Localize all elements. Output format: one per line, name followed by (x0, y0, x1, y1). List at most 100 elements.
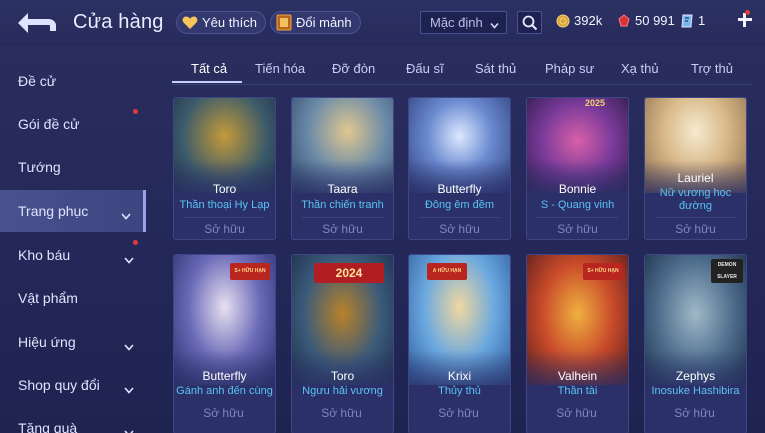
exchange-label: Đổi mảnh (296, 15, 352, 30)
hero-name: Butterfly (437, 182, 482, 196)
tab-active-indicator (172, 81, 242, 83)
year-tag: 2025 (585, 98, 606, 108)
sidebar-item-items[interactable]: Vật phẩm (0, 277, 146, 319)
sidebar-item-exchange-shop[interactable]: Shop quy đổi (0, 364, 146, 406)
chevron-down-icon (124, 338, 134, 351)
notification-dot (133, 240, 138, 245)
owned-label: Sở hữu (203, 406, 244, 420)
sidebar-item-gifting[interactable]: Tặng quà (0, 407, 146, 433)
chevron-down-icon (124, 251, 134, 264)
limited-badge: S+ HỮU HẠN (583, 263, 623, 280)
voucher-currency: 1 (680, 13, 705, 28)
skin-name: Đông êm đềm (424, 199, 495, 211)
owned-label: Sở hữu (322, 222, 363, 236)
sidebar-item-effects[interactable]: Hiệu ứng (0, 321, 146, 363)
chevron-down-icon (121, 207, 131, 220)
owned-label: Sở hữu (556, 406, 597, 420)
hero-name: Lauriel (677, 171, 714, 185)
hero-name: Krixi (447, 369, 472, 383)
tab-divider (172, 84, 752, 85)
search-icon (522, 15, 538, 36)
chevron-down-icon (124, 381, 134, 394)
sidebar-item-skins[interactable]: Trang phục (0, 190, 146, 232)
notification-dot (745, 10, 750, 15)
tab-support[interactable]: Trợ thủ (691, 61, 733, 76)
tab-marksman[interactable]: Xạ thủ (621, 61, 659, 76)
sidebar-item-label: Gói đề cử (18, 116, 80, 132)
tab-assassin[interactable]: Sát thủ (475, 61, 516, 76)
sort-value: Mặc định (430, 15, 483, 30)
sidebar-item-label: Vật phẩm (18, 290, 78, 306)
hero-name: Taara (327, 182, 358, 196)
sidebar-item-label: Trang phục (18, 203, 89, 219)
tab-evolution[interactable]: Tiến hóa (255, 61, 305, 76)
skin-name: Ngưu hải vương (302, 385, 383, 397)
gold-coin-icon (556, 14, 570, 28)
search-button[interactable] (517, 11, 542, 34)
category-tabs: Tất cả Tiến hóa Đỡ đòn Đấu sĩ Sát thủ Ph… (172, 55, 752, 85)
top-bar: Cửa hàng Yêu thích Đổi mảnh Mặc định 392… (0, 0, 765, 46)
card-shard-icon (275, 14, 293, 32)
owned-label: Sở hữu (439, 222, 480, 236)
owned-label: Sở hữu (321, 406, 362, 420)
hero-name: Butterfly (202, 369, 247, 383)
skin-name: Inosuke Hashibira (651, 385, 740, 397)
voucher-amount: 1 (698, 13, 706, 28)
heart-icon (181, 14, 199, 32)
skin-name: Thần tài (557, 385, 598, 397)
page-title: Cửa hàng (73, 11, 164, 33)
chevron-down-icon (124, 424, 134, 433)
skin-card[interactable]: Lauriel Nữ vương học đường Sở hữu (644, 97, 747, 240)
exchange-button[interactable]: Đổi mảnh (270, 11, 361, 34)
collab-logo: DEMON SLAYER (711, 259, 743, 283)
favorite-button[interactable]: Yêu thích (176, 11, 266, 34)
hero-name: Zephys (675, 369, 716, 383)
voucher-icon (680, 14, 694, 28)
skin-name: Gánh anh đến cùng (176, 385, 273, 397)
chevron-down-icon (490, 18, 499, 29)
year-badge: 2024 (314, 263, 384, 283)
gold-currency: 392k (556, 13, 602, 28)
hero-name: Toro (330, 369, 355, 383)
sidebar: Đề cử Gói đề cử Tướng Trang phục Kho báu… (0, 46, 146, 433)
skin-card[interactable]: Toro Thần thoại Hy Lạp Sở hữu (173, 97, 276, 240)
sidebar-item-label: Tặng quà (18, 420, 78, 433)
tab-fighter[interactable]: Đấu sĩ (406, 61, 444, 76)
sidebar-item-label: Đề cử (18, 73, 57, 89)
skin-card[interactable]: Butterfly Đông êm đềm Sở hữu (408, 97, 511, 240)
sort-dropdown[interactable]: Mặc định (420, 11, 507, 34)
skin-name: Nữ vương học đường (659, 187, 732, 212)
sidebar-item-recommended-bundles[interactable]: Gói đề cử (0, 103, 146, 145)
tab-tank[interactable]: Đỡ đòn (332, 61, 375, 76)
owned-label: Sở hữu (674, 406, 715, 420)
ruby-currency: 50 991 (617, 13, 675, 28)
sidebar-item-label: Tướng (18, 159, 61, 175)
skin-name: S - Quang vinh (540, 199, 615, 211)
hero-name: Bonnie (558, 182, 597, 196)
skin-name: Thần thoại Hy Lạp (179, 199, 270, 211)
hero-name: Toro (212, 182, 237, 196)
skin-card[interactable]: Taara Thần chiến tranh Sở hữu (291, 97, 394, 240)
tab-mage[interactable]: Pháp sư (545, 61, 594, 76)
hero-name: Valhein (557, 369, 598, 383)
sidebar-item-treasure[interactable]: Kho báu (0, 234, 146, 276)
favorite-label: Yêu thích (202, 15, 257, 30)
sidebar-item-label: Kho báu (18, 247, 71, 263)
limited-badge: S+ HỮU HẠN (230, 263, 270, 280)
owned-label: Sở hữu (204, 222, 245, 236)
sidebar-item-recommended[interactable]: Đề cử (0, 60, 146, 102)
sidebar-item-heroes[interactable]: Tướng (0, 146, 146, 188)
sidebar-item-label: Hiệu ứng (18, 334, 76, 350)
back-arrow-icon[interactable] (14, 10, 58, 36)
skin-name: Thần chiến tranh (301, 199, 384, 211)
sidebar-item-label: Shop quy đổi (18, 377, 100, 393)
notification-dot (133, 109, 138, 114)
owned-label: Sở hữu (675, 222, 716, 236)
skin-name: Thủy thủ (438, 385, 481, 397)
tab-all[interactable]: Tất cả (191, 61, 227, 76)
limited-badge: A HỮU HẠN (427, 263, 467, 280)
owned-label: Sở hữu (438, 406, 479, 420)
owned-label: Sở hữu (557, 222, 598, 236)
gold-amount: 392k (574, 13, 603, 28)
skin-card[interactable]: 2025 Bonnie S - Quang vinh Sở hữu (526, 97, 629, 240)
